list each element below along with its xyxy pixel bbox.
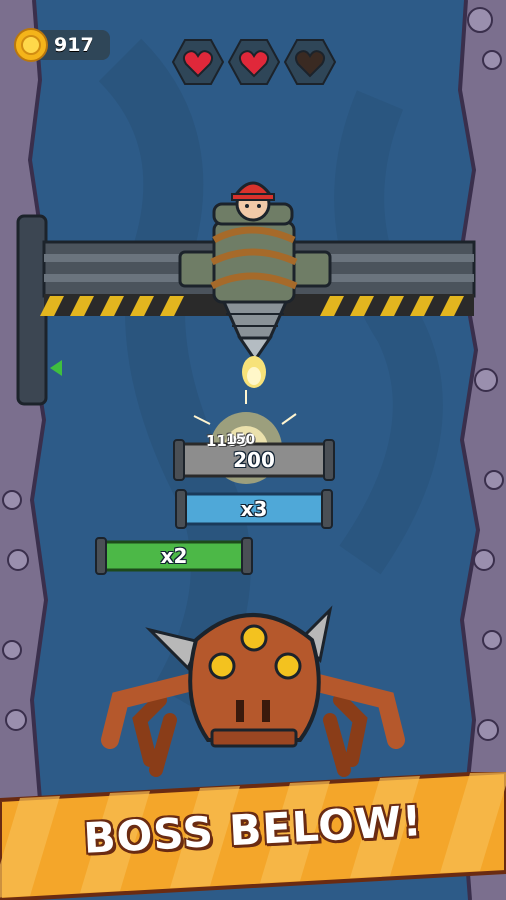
multiplier-x2-label: x2	[160, 544, 188, 568]
multiplier-x3-label: x3	[240, 497, 268, 521]
coin-count: 917	[54, 34, 94, 56]
heart-icon	[228, 39, 280, 85]
lives-display	[172, 38, 338, 88]
game-scene: 917 1100 150 200 x3 x2 BOSS BELOW!	[0, 0, 506, 900]
coin-icon	[14, 28, 48, 62]
heart-empty-icon	[284, 39, 336, 85]
heart-icon	[172, 39, 224, 85]
score-popup: 150	[226, 432, 256, 448]
coin-counter: 917	[14, 28, 110, 62]
score-bar-label: 200	[233, 448, 275, 472]
